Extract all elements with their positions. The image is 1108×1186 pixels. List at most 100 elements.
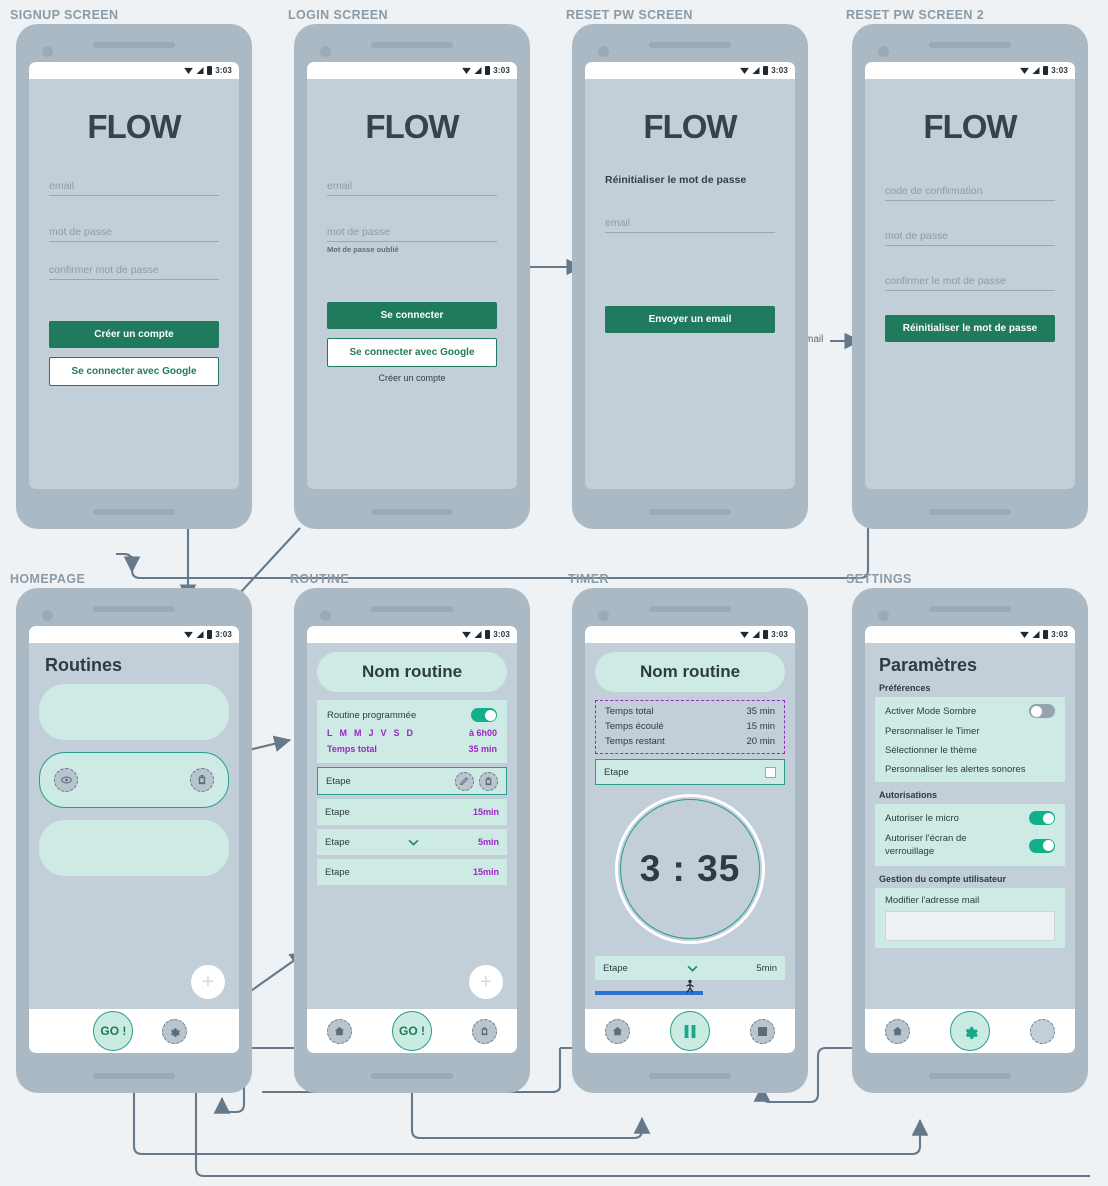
phone-camera (42, 46, 53, 57)
login-body: FLOW email mot de passe Mot de passe oub… (307, 79, 517, 489)
wifi-icon (462, 631, 472, 638)
signal-icon (474, 631, 482, 638)
selector-duration: 5min (756, 962, 777, 974)
chevron-down-icon[interactable] (408, 839, 419, 846)
google-signin-button[interactable]: Se connecter avec Google (327, 338, 497, 367)
home-nav-button[interactable] (885, 1018, 910, 1044)
select-theme-row[interactable]: Sélectionner le thème (885, 745, 1055, 756)
status-bar: 3:03 (29, 62, 239, 79)
login-password-field[interactable]: mot de passe (327, 226, 497, 242)
routine-card[interactable] (39, 684, 229, 740)
confirmation-code-field[interactable]: code de confirmation (885, 185, 1055, 201)
screen-label-settings: SETTINGS (846, 572, 912, 586)
day-l[interactable]: L (327, 728, 333, 738)
step-checkbox[interactable] (765, 766, 776, 778)
step-row[interactable]: Etape 15min (317, 799, 507, 825)
schedule-toggle[interactable] (471, 708, 497, 722)
elapsed-time-row: Temps écoulé 15 min (605, 721, 775, 732)
step-selector-row[interactable]: Etape 5min (595, 956, 785, 980)
timer-navbar (585, 1009, 795, 1053)
add-step-fab[interactable]: + (469, 965, 503, 999)
trash-icon (198, 775, 206, 785)
login-email-field[interactable]: email (327, 180, 497, 196)
go-button[interactable]: GO ! (392, 1011, 432, 1051)
home-nav-button[interactable] (605, 1018, 630, 1044)
phone-reset2: 3:03 FLOW code de confirmation mot de pa… (852, 24, 1088, 529)
view-icon[interactable] (54, 768, 78, 792)
reset2-password-field[interactable]: mot de passe (885, 230, 1055, 246)
google-signin-button[interactable]: Se connecter avec Google (49, 357, 219, 386)
reset-password-button[interactable]: Réinitialiser le mot de passe (885, 315, 1055, 342)
section-heading-authorizations: Autorisations (879, 790, 938, 800)
day-s[interactable]: S (394, 728, 400, 738)
signup-confirm-field[interactable]: confirmer mot de passe (49, 264, 219, 280)
phone-speaker (371, 42, 453, 48)
app-brand: FLOW (923, 108, 1017, 145)
dark-mode-toggle[interactable] (1029, 704, 1055, 718)
battery-icon (207, 66, 213, 75)
lockscreen-permission-row[interactable]: Autoriser l'écran de verrouillage (885, 833, 1055, 859)
customize-timer-label: Personnaliser le Timer (885, 726, 980, 737)
create-account-button[interactable]: Créer un compte (49, 321, 219, 348)
routine-card[interactable] (39, 820, 229, 876)
lockscreen-permission-toggle[interactable] (1029, 838, 1055, 853)
step-row-selected[interactable]: Etape (317, 767, 507, 795)
screen-settings: 3:03 Paramètres Préférences Activer Mode… (865, 626, 1075, 1053)
edit-step-button[interactable] (455, 771, 474, 791)
delete-icon[interactable] (190, 768, 214, 792)
phone-camera (878, 610, 889, 621)
progress-track[interactable] (595, 979, 785, 996)
third-nav-button[interactable] (1030, 1018, 1055, 1044)
day-j[interactable]: J (369, 728, 374, 738)
go-button[interactable]: GO ! (93, 1011, 134, 1051)
phone-camera (320, 610, 331, 621)
current-step-label: Etape (604, 766, 629, 778)
reset2-confirm-field[interactable]: confirmer le mot de passe (885, 275, 1055, 291)
day-m1[interactable]: M (340, 728, 348, 738)
mic-permission-row[interactable]: Autoriser le micro (885, 811, 1055, 825)
pause-button[interactable] (670, 1011, 710, 1051)
home-nav-button[interactable] (327, 1018, 352, 1044)
status-bar: 3:03 (865, 626, 1075, 643)
phone-speaker (929, 606, 1011, 612)
delete-nav-button[interactable] (472, 1018, 497, 1044)
create-account-link[interactable]: Créer un compte (327, 373, 497, 383)
app-brand: FLOW (643, 108, 737, 145)
sound-alerts-row[interactable]: Personnaliser les alertes sonores (885, 764, 1055, 775)
add-routine-fab[interactable]: + (191, 965, 225, 999)
settings-nav-button[interactable] (950, 1011, 990, 1051)
email-input[interactable] (885, 910, 1055, 941)
mic-permission-toggle[interactable] (1029, 811, 1055, 825)
routine-name[interactable]: Nom routine (317, 652, 507, 692)
chevron-down-icon[interactable] (687, 965, 698, 972)
step-row[interactable]: Etape 15min (317, 859, 507, 885)
phone-camera (320, 46, 331, 57)
signup-password-field[interactable]: mot de passe (49, 226, 219, 242)
customize-timer-row[interactable]: Personnaliser le Timer (885, 726, 1055, 737)
current-step-row[interactable]: Etape (595, 759, 785, 785)
routine-card-selected[interactable] (39, 752, 229, 808)
day-d[interactable]: D (407, 728, 414, 738)
stop-button[interactable] (750, 1018, 775, 1044)
settings-nav-button[interactable] (161, 1018, 187, 1044)
login-button[interactable]: Se connecter (327, 302, 497, 329)
battery-icon (207, 630, 213, 639)
dark-mode-row[interactable]: Activer Mode Sombre (885, 704, 1055, 718)
forgot-password-link[interactable]: Mot de passe oublié (327, 245, 497, 254)
screen-signup: 3:03 FLOW email mot de passe confirmer m… (29, 62, 239, 489)
delete-step-button[interactable] (479, 771, 498, 791)
send-email-button[interactable]: Envoyer un email (605, 306, 775, 333)
step-row[interactable]: Etape 5min (317, 829, 507, 855)
schedule-total-row: Temps total 35 min (327, 744, 497, 754)
schedule-days[interactable]: L M M J V S D (327, 728, 413, 738)
status-bar: 3:03 (29, 626, 239, 643)
day-v[interactable]: V (381, 728, 387, 738)
screen-homepage: 3:03 Routines + GO ! (29, 626, 239, 1053)
battery-icon (1043, 66, 1049, 75)
phone-homepage: 3:03 Routines + GO ! (16, 588, 252, 1093)
schedule-time[interactable]: à 6h00 (469, 728, 497, 738)
signup-email-field[interactable]: email (49, 180, 219, 196)
day-m2[interactable]: M (354, 728, 362, 738)
reset-email-field[interactable]: email (605, 217, 775, 233)
sound-alerts-label: Personnaliser les alertes sonores (885, 764, 1026, 775)
